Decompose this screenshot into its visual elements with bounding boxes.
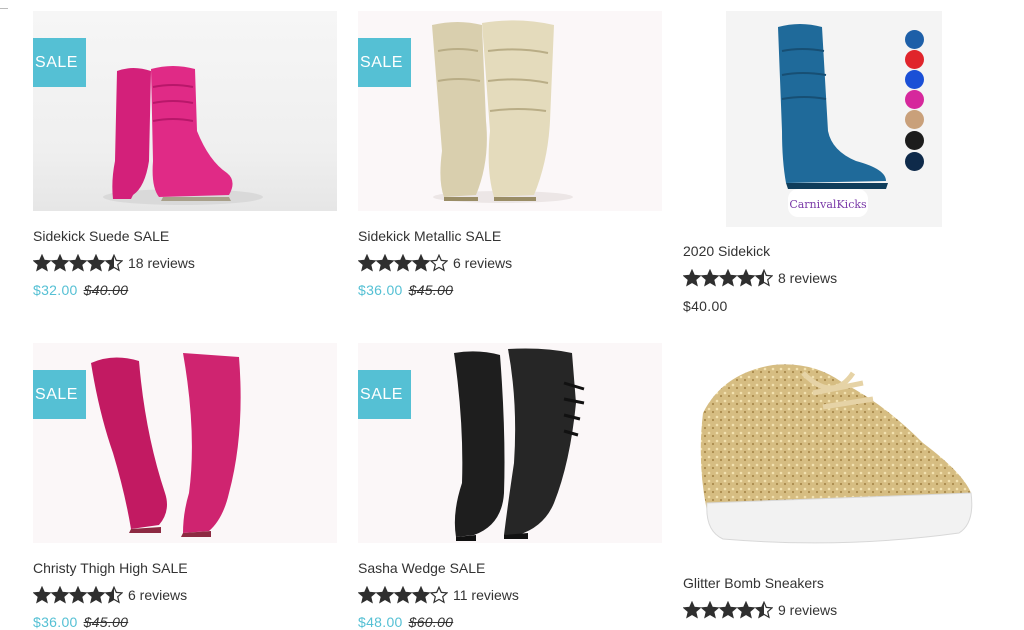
review-count[interactable]: 6 reviews <box>453 255 512 271</box>
product-rating: 18 reviews <box>33 254 195 272</box>
star-full-icon <box>51 254 69 272</box>
product-title[interactable]: Sasha Wedge SALE <box>358 560 485 576</box>
color-swatch[interactable] <box>905 90 924 109</box>
sale-price: $32.00 <box>33 282 78 298</box>
rating-stars <box>358 254 448 272</box>
star-full-icon <box>394 254 412 272</box>
star-full-icon <box>412 254 430 272</box>
star-full-icon <box>719 269 737 287</box>
product-price: $36.00 $45.00 <box>358 282 453 298</box>
product-rating: 11 reviews <box>358 586 519 604</box>
rating-stars <box>683 269 773 287</box>
product-title[interactable]: Sidekick Suede SALE <box>33 228 169 244</box>
rating-stars <box>33 586 123 604</box>
star-full-icon <box>701 601 719 619</box>
product-image[interactable] <box>683 343 987 559</box>
star-empty-icon <box>430 586 448 604</box>
star-full-icon <box>33 586 51 604</box>
review-count[interactable]: 6 reviews <box>128 587 187 603</box>
sale-badge: SALE <box>358 38 411 87</box>
product-price: $48.00 $60.00 <box>358 614 453 630</box>
product-rating: 6 reviews <box>33 586 187 604</box>
product-title[interactable]: Glitter Bomb Sneakers <box>683 575 824 591</box>
star-empty-icon <box>430 254 448 272</box>
product-image[interactable]: SALE <box>33 11 337 211</box>
product-card-christy-thigh-high[interactable]: SALE Christy Thigh High SALE 6 reviews $… <box>33 343 337 630</box>
product-card-sidekick-metallic[interactable]: SALE Sidekick Metallic SALE 6 reviews $3… <box>358 11 662 311</box>
product-title[interactable]: Christy Thigh High SALE <box>33 560 188 576</box>
color-swatch[interactable] <box>905 30 924 49</box>
product-price: $32.00 $40.00 <box>33 282 128 298</box>
color-swatch[interactable] <box>905 152 924 171</box>
star-full-icon <box>737 601 755 619</box>
star-full-icon <box>376 254 394 272</box>
sale-badge: SALE <box>33 370 86 419</box>
rating-stars <box>358 586 448 604</box>
compare-price: $40.00 <box>83 282 129 298</box>
review-count[interactable]: 11 reviews <box>453 587 519 603</box>
regular-price: $40.00 <box>683 298 728 314</box>
star-full-icon <box>358 254 376 272</box>
review-count[interactable]: 18 reviews <box>128 255 195 271</box>
star-half-icon <box>105 254 123 272</box>
color-swatch[interactable] <box>905 131 924 150</box>
star-full-icon <box>683 269 701 287</box>
page-edge-mark <box>0 8 8 9</box>
sale-price: $36.00 <box>33 614 78 630</box>
product-title[interactable]: 2020 Sidekick <box>683 243 770 259</box>
product-card-glitter-bomb-sneakers[interactable]: Glitter Bomb Sneakers 9 reviews <box>683 343 987 630</box>
star-full-icon <box>737 269 755 287</box>
product-image[interactable]: CarnivalKicks <box>726 11 942 227</box>
rating-stars <box>33 254 123 272</box>
rating-stars <box>683 601 773 619</box>
product-image[interactable]: SALE <box>358 343 662 543</box>
color-swatch[interactable] <box>905 70 924 89</box>
product-card-sidekick-suede[interactable]: SALE Sidekick Suede SALE 18 reviews $32.… <box>33 11 337 311</box>
color-swatch[interactable] <box>905 110 924 129</box>
product-rating: 6 reviews <box>358 254 512 272</box>
product-rating: 9 reviews <box>683 601 837 619</box>
star-full-icon <box>87 254 105 272</box>
star-half-icon <box>755 601 773 619</box>
compare-price: $45.00 <box>408 282 454 298</box>
sale-price: $48.00 <box>358 614 403 630</box>
product-card-sasha-wedge[interactable]: SALE Sasha Wedge SALE 11 reviews $48.00 $… <box>358 343 662 630</box>
star-full-icon <box>376 586 394 604</box>
star-full-icon <box>33 254 51 272</box>
compare-price: $45.00 <box>83 614 129 630</box>
sale-badge: SALE <box>358 370 411 419</box>
glitter-sneaker-image <box>700 364 973 544</box>
carnival-kicks-logo: CarnivalKicks <box>789 198 867 211</box>
star-half-icon <box>105 586 123 604</box>
review-count[interactable]: 9 reviews <box>778 602 837 618</box>
star-full-icon <box>412 586 430 604</box>
star-full-icon <box>51 586 69 604</box>
star-full-icon <box>701 269 719 287</box>
star-full-icon <box>683 601 701 619</box>
product-rating: 8 reviews <box>683 269 837 287</box>
sale-price: $36.00 <box>358 282 403 298</box>
star-full-icon <box>69 586 87 604</box>
sale-badge: SALE <box>33 38 86 87</box>
star-full-icon <box>87 586 105 604</box>
product-card-2020-sidekick[interactable]: CarnivalKicks 2020 Sidekick 8 reviews $4… <box>683 11 987 321</box>
product-price: $36.00 $45.00 <box>33 614 128 630</box>
color-swatch[interactable] <box>905 50 924 69</box>
star-full-icon <box>719 601 737 619</box>
star-full-icon <box>358 586 376 604</box>
star-full-icon <box>69 254 87 272</box>
product-image[interactable]: SALE <box>33 343 337 543</box>
product-title[interactable]: Sidekick Metallic SALE <box>358 228 501 244</box>
product-image[interactable]: SALE <box>358 11 662 211</box>
compare-price: $60.00 <box>408 614 454 630</box>
star-full-icon <box>394 586 412 604</box>
review-count[interactable]: 8 reviews <box>778 270 837 286</box>
product-price: $40.00 <box>683 298 728 314</box>
star-half-icon <box>755 269 773 287</box>
